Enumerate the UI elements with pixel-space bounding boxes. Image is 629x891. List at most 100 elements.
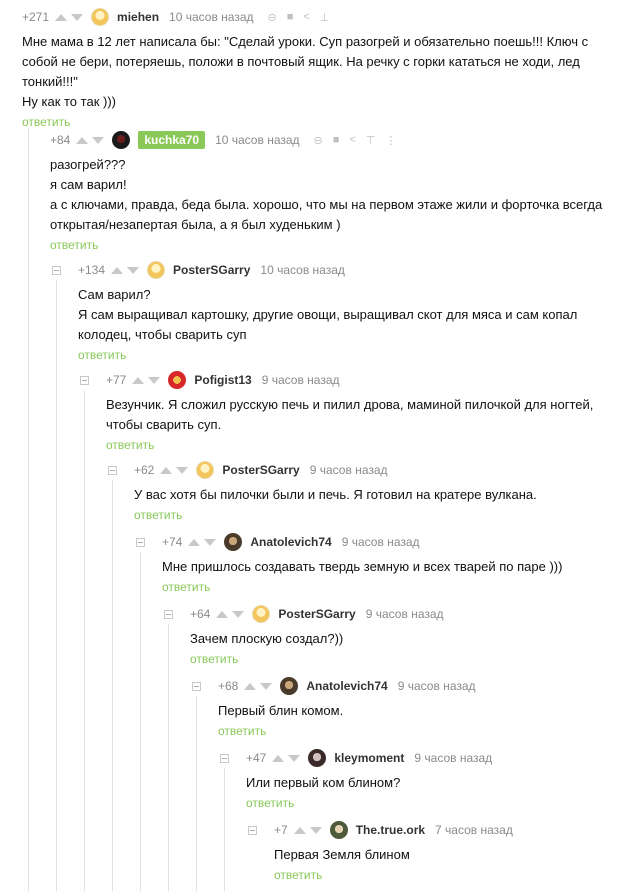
comment-text: Мне мама в 12 лет написала бы: "Сделай у… [22,32,623,112]
avatar[interactable] [252,605,271,623]
comment-score: +68 [218,679,239,693]
save-icon[interactable]: ■ [287,11,294,23]
comment-header: +84 kuchka70 10 часов назад ⊝ ■ < ⊤ ⋮ [50,131,623,149]
comment-time[interactable]: 10 часов назад [260,263,344,277]
comment-author[interactable]: kuchka70 [138,131,206,149]
share-icon[interactable]: < [303,11,309,23]
comment-line: Я сам выращивал картошку, другие овощи, … [78,307,578,342]
upvote-icon[interactable] [216,610,229,618]
avatar[interactable] [280,677,299,695]
reply-link[interactable]: ответить [134,508,182,522]
comment-time[interactable]: 10 часов назад [169,10,253,24]
comment-author[interactable]: Anatolevich74 [306,679,387,693]
comment-time[interactable]: 9 часов назад [342,535,420,549]
comment-header: +7 The.true.ork 7 часов назад [274,821,623,839]
upload-icon[interactable]: ⊤ [366,134,376,147]
collapse-thread-button[interactable] [220,754,229,763]
comment-text: Мне пришлось создавать твердь земную и в… [162,557,623,577]
avatar[interactable] [308,749,327,767]
downvote-icon[interactable] [260,682,273,690]
comment-score: +74 [162,535,183,549]
upvote-icon[interactable] [272,754,285,762]
comment-author[interactable]: miehen [117,10,159,24]
reply-link[interactable]: ответить [50,238,98,252]
downvote-icon[interactable] [232,610,245,618]
avatar[interactable] [147,261,166,279]
comment: +74 Anatolevich74 9 часов назад Мне приш… [162,533,623,596]
comment-time[interactable]: 10 часов назад [215,133,299,147]
downvote-icon[interactable] [92,136,105,144]
avatar[interactable] [91,8,110,26]
downvote-icon[interactable] [127,266,140,274]
downvote-icon[interactable] [204,538,217,546]
collapse-thread-button[interactable] [52,266,61,275]
collapse-thread-button[interactable] [80,376,89,385]
avatar[interactable] [224,533,243,551]
comment-author[interactable]: PosterSGarry [222,463,299,477]
comment-time[interactable]: 9 часов назад [398,679,476,693]
upvote-icon[interactable] [132,376,145,384]
reply-link[interactable]: ответить [22,115,70,129]
collapse-thread-button[interactable] [192,682,201,691]
upvote-icon[interactable] [76,136,89,144]
collapse-thread-button[interactable] [136,538,145,547]
collapse-thread-button[interactable] [108,466,117,475]
upvote-icon[interactable] [55,13,68,21]
collapse-thread-button[interactable] [164,610,173,619]
avatar[interactable] [112,131,131,149]
reply-link[interactable]: ответить [190,652,238,666]
comment: +7 The.true.ork 7 часов назад Первая Зем… [274,821,623,884]
comment-author[interactable]: PosterSGarry [278,607,355,621]
reply-link[interactable]: ответить [106,438,154,452]
more-icon[interactable]: ⋮ [385,134,396,147]
comment: +68 Anatolevich74 9 часов назад Первый б… [218,677,623,740]
comment-line: я сам варил! [50,177,127,192]
comment-author[interactable]: The.true.ork [356,823,425,837]
comment-time[interactable]: 7 часов назад [435,823,513,837]
download-icon[interactable]: ⊥ [320,11,330,24]
downvote-icon[interactable] [176,466,189,474]
comment: +271 miehen 10 часов назад ⊝ ■ < ⊥ Мне м… [22,8,623,131]
link-icon[interactable]: ⊝ [268,11,277,24]
comment-time[interactable]: 9 часов назад [414,751,492,765]
comment-score: +7 [274,823,288,837]
comment-time[interactable]: 9 часов назад [310,463,388,477]
share-icon[interactable]: < [349,134,355,146]
comment-line: Везунчик. Я сложил русскую печь и пилил … [106,397,594,432]
comment-line: а с ключами, правда, беда была. хорошо, … [50,197,603,232]
reply-link[interactable]: ответить [246,796,294,810]
collapse-thread-button[interactable] [248,826,257,835]
comment-time[interactable]: 9 часов назад [366,607,444,621]
save-icon[interactable]: ■ [333,134,340,146]
avatar[interactable] [329,821,348,839]
comment-line: Мне пришлось создавать твердь земную и в… [162,559,563,574]
downvote-icon[interactable] [309,826,322,834]
upvote-icon[interactable] [188,538,201,546]
comment-author[interactable]: PosterSGarry [173,263,250,277]
comment-header: +134 PosterSGarry 10 часов назад [78,261,623,279]
upvote-icon[interactable] [244,682,257,690]
link-icon[interactable]: ⊝ [314,134,323,147]
comment-time[interactable]: 9 часов назад [262,373,340,387]
comment-score: +84 [50,133,71,147]
upvote-icon[interactable] [293,826,306,834]
reply-link[interactable]: ответить [162,580,210,594]
avatar[interactable] [196,461,215,479]
comment-text: У вас хотя бы пилочки были и печь. Я гот… [134,485,623,505]
comment-header: +64 PosterSGarry 9 часов назад [190,605,623,623]
comment-header: +68 Anatolevich74 9 часов назад [218,677,623,695]
upvote-icon[interactable] [160,466,173,474]
downvote-icon[interactable] [148,376,161,384]
avatar[interactable] [168,371,187,389]
comment-author[interactable]: Pofigist13 [194,373,251,387]
reply-link[interactable]: ответить [78,348,126,362]
comment-author[interactable]: kleymoment [334,751,404,765]
thread-line [140,552,141,891]
downvote-icon[interactable] [71,13,84,21]
reply-link[interactable]: ответить [274,868,322,882]
reply-link[interactable]: ответить [218,724,266,738]
comment-author[interactable]: Anatolevich74 [250,535,331,549]
upvote-icon[interactable] [111,266,124,274]
downvote-icon[interactable] [288,754,301,762]
comment-line: разогрей??? [50,157,126,172]
